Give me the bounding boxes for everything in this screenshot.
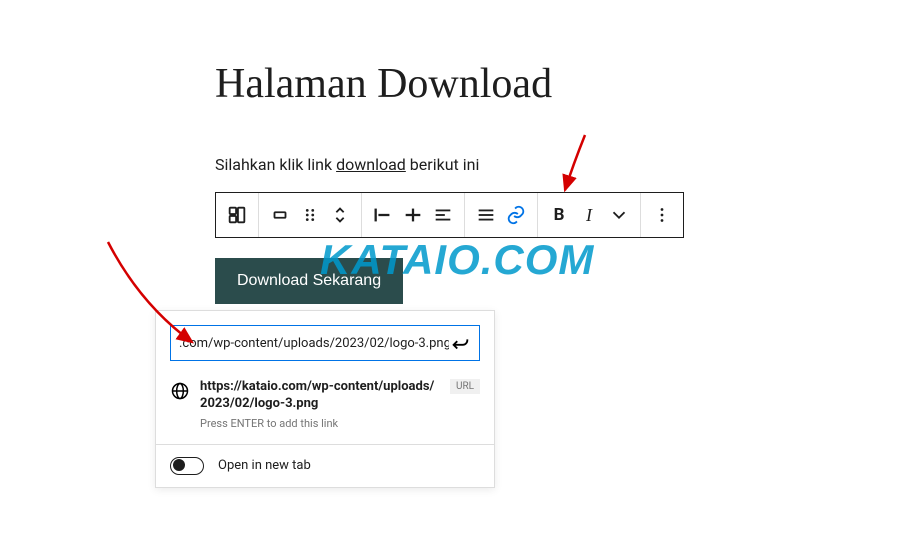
- page-title: Halaman Download: [215, 60, 552, 108]
- intro-link-word: download: [336, 155, 406, 174]
- intro-paragraph[interactable]: Silahkan klik link download berikut ini: [215, 155, 479, 174]
- align-left-button[interactable]: [368, 200, 398, 230]
- width-button[interactable]: [265, 200, 295, 230]
- link-button[interactable]: [501, 200, 531, 230]
- submit-link-button[interactable]: [449, 332, 471, 354]
- suggestion-hint-text: Press ENTER to add this link: [200, 417, 440, 430]
- justify-button[interactable]: [471, 200, 501, 230]
- suggestion-url-text: https://kataio.com/wp-content/uploads/20…: [200, 379, 440, 413]
- download-button[interactable]: Download Sekarang: [215, 258, 403, 304]
- block-toolbar: B I: [215, 192, 684, 238]
- move-arrows-icon[interactable]: [325, 200, 355, 230]
- align-middle-button[interactable]: [398, 200, 428, 230]
- link-popover: https://kataio.com/wp-content/uploads/20…: [155, 310, 495, 488]
- open-new-tab-label: Open in new tab: [218, 458, 311, 473]
- more-options-button[interactable]: [647, 200, 677, 230]
- intro-after: berikut ini: [406, 155, 480, 174]
- italic-button[interactable]: I: [574, 200, 604, 230]
- toggle-knob: [173, 459, 185, 471]
- open-new-tab-toggle[interactable]: [170, 457, 204, 475]
- block-type-button[interactable]: [222, 200, 252, 230]
- drag-handle-icon[interactable]: [295, 200, 325, 230]
- align-text-button[interactable]: [428, 200, 458, 230]
- link-input-container: [170, 325, 480, 361]
- bold-button[interactable]: B: [544, 200, 574, 230]
- link-url-input[interactable]: [179, 336, 449, 351]
- link-suggestion[interactable]: https://kataio.com/wp-content/uploads/20…: [156, 371, 494, 444]
- url-badge: URL: [450, 379, 480, 394]
- more-formatting-button[interactable]: [604, 200, 634, 230]
- globe-icon: [170, 381, 190, 401]
- intro-before: Silahkan klik link: [215, 155, 336, 174]
